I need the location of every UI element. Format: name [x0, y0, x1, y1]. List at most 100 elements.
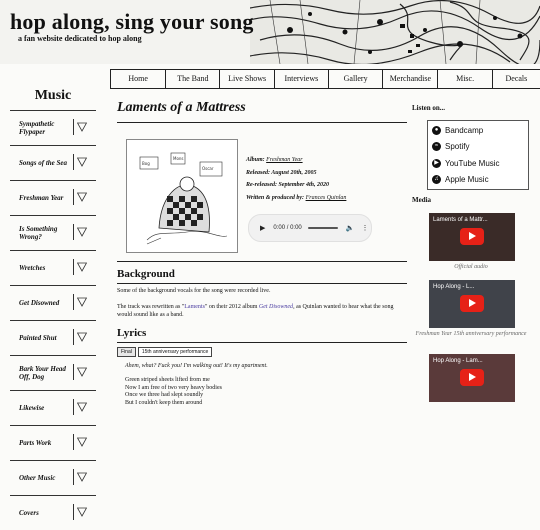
sidebar-item-label: Bark Your Head Off, Dog — [19, 365, 66, 381]
sidebar-item[interactable]: Is Something Wrong? — [10, 215, 96, 250]
album-artwork: Bog Mons Oscar — [126, 139, 238, 253]
background-paragraph-1: Some of the background vocals for the so… — [117, 288, 271, 294]
expand-triangle-icon[interactable] — [73, 504, 90, 520]
nav-misc[interactable]: Misc. — [437, 70, 491, 88]
album-link[interactable]: Freshman Year — [266, 157, 302, 163]
sidebar-title: Music — [34, 88, 72, 103]
video-title: Hop Along - L... — [433, 284, 475, 290]
spotify-icon: ≈ — [432, 141, 441, 151]
tab-15th-anniversary[interactable]: 15th anniversary performance — [137, 347, 213, 357]
expand-triangle-icon[interactable] — [73, 364, 90, 380]
sidebar-item[interactable]: Covers — [10, 495, 96, 530]
expand-triangle-icon[interactable] — [73, 119, 90, 135]
site-title[interactable]: hop along, sing your song — [10, 9, 254, 35]
lyric-line: But I couldn't keep them around — [125, 399, 203, 406]
nav-the-band[interactable]: The Band — [165, 70, 219, 88]
lyric-line: Now I am free of two very heavy bodies — [125, 384, 222, 391]
get-disowned-link[interactable]: Get Disowned — [259, 304, 293, 310]
site-subtitle: a fan website dedicated to hop along — [18, 34, 142, 43]
sidebar-item[interactable]: Sympathetic Flypaper — [10, 110, 96, 145]
sidebar-item[interactable]: Get Disowned — [10, 285, 96, 320]
nav-live-shows[interactable]: Live Shows — [219, 70, 273, 88]
sidebar-item[interactable]: Other Music — [10, 460, 96, 495]
svg-text:Mons: Mons — [173, 156, 184, 161]
sidebar-item-label: Songs of the Sea — [19, 159, 68, 167]
youtube-play-icon[interactable] — [460, 295, 484, 312]
nav-gallery[interactable]: Gallery — [327, 70, 382, 88]
audio-progress-slider[interactable] — [307, 227, 338, 229]
audio-time: 0:00 / 0:00 — [273, 225, 302, 231]
expand-triangle-icon[interactable] — [73, 329, 90, 345]
sidebar-item[interactable]: Songs of the Sea — [10, 145, 96, 180]
youtube-play-icon[interactable] — [460, 228, 484, 245]
apple-music-icon: ♫ — [432, 174, 441, 184]
page-title: Laments of a Mattress — [117, 100, 246, 115]
sidebar-item-label: Wretches — [19, 264, 46, 272]
lyrics-body: Green striped sheets lifted from me Now … — [125, 377, 222, 407]
more-options-icon[interactable]: ⋮ — [361, 224, 368, 232]
nav-decals[interactable]: Decals — [491, 70, 540, 88]
video-title: Laments of a Mattr... — [433, 217, 488, 223]
sidebar-item-label: Painted Shut — [19, 334, 57, 342]
youtube-play-icon[interactable] — [460, 369, 484, 386]
lyrics-heading-rule — [117, 342, 407, 343]
sidebar-item-label: Get Disowned — [19, 299, 60, 307]
video-embed-1[interactable]: Laments of a Mattr... — [429, 213, 515, 261]
laments-link[interactable]: Laments — [184, 304, 205, 310]
apple-music-link[interactable]: ♫ Apple Music — [432, 172, 489, 186]
sidebar-list: Sympathetic Flypaper Songs of the Sea Fres… — [10, 110, 96, 530]
video-caption: Freshman Year 15th anniversary performan… — [415, 331, 527, 337]
background-divider — [117, 261, 407, 262]
sidebar-item-label: Is Something Wrong? — [19, 225, 58, 241]
header-illustration — [250, 0, 540, 64]
sidebar-item-label: Parts Work — [19, 439, 52, 447]
site-header: hop along, sing your song a fan website … — [0, 0, 540, 64]
streaming-links: ● Bandcamp ≈ Spotify ▶ YouTube Music ♫ A… — [427, 120, 529, 190]
audio-player: ▶ 0:00 / 0:00 🔈 ⋮ — [248, 214, 372, 242]
video-title: Hop Along - Lam... — [433, 358, 483, 364]
volume-icon[interactable]: 🔈 — [346, 224, 355, 232]
writer-link[interactable]: Frances Quinlan — [306, 195, 347, 201]
video-embed-2[interactable]: Hop Along - L... — [429, 280, 515, 328]
video-embed-3[interactable]: Hop Along - Lam... — [429, 354, 515, 402]
nav-home[interactable]: Home — [110, 70, 165, 88]
meta-writer: Written & produced by: Frances Quinlan — [246, 194, 347, 201]
lyric-version-tabs: Final 15th anniversary performance — [117, 347, 213, 357]
expand-triangle-icon[interactable] — [73, 399, 90, 415]
play-icon[interactable]: ▶ — [260, 224, 265, 232]
media-heading: Media — [412, 196, 432, 204]
lyric-line: Green striped sheets lifted from me — [125, 377, 210, 383]
title-divider — [117, 122, 407, 123]
background-heading: Background — [117, 268, 175, 280]
background-heading-rule — [117, 283, 407, 284]
expand-triangle-icon[interactable] — [73, 154, 90, 170]
meta-album: Album: Freshman Year — [246, 157, 303, 163]
bandcamp-icon: ● — [432, 125, 441, 135]
main-content: Laments of a Mattress Bog Mons Oscar Album… — [117, 100, 407, 406]
lyric-line: Once we three had slept soundly — [125, 392, 204, 398]
sidebar-item[interactable]: Freshman Year — [10, 180, 96, 215]
expand-triangle-icon[interactable] — [73, 259, 90, 275]
listen-heading: Listen on... — [412, 104, 446, 112]
svg-text:Bog: Bog — [142, 161, 150, 166]
tab-final[interactable]: Final — [117, 347, 136, 357]
bandcamp-link[interactable]: ● Bandcamp — [432, 123, 483, 137]
expand-triangle-icon[interactable] — [73, 224, 90, 240]
meta-rereleased: Re-released: September 4th, 2020 — [246, 182, 329, 188]
sidebar-item-label: Likewise — [19, 404, 45, 412]
sidebar-item[interactable]: Likewise — [10, 390, 96, 425]
expand-triangle-icon[interactable] — [73, 469, 90, 485]
album-meta: Album: Freshman Year Released: August 20… — [246, 154, 346, 204]
expand-triangle-icon[interactable] — [73, 294, 90, 310]
sidebar-item[interactable]: Painted Shut — [10, 320, 96, 355]
sidebar-item[interactable]: Wretches — [10, 250, 96, 285]
meta-released: Released: August 20th, 2005 — [246, 169, 317, 176]
expand-triangle-icon[interactable] — [73, 434, 90, 450]
youtube-music-link[interactable]: ▶ YouTube Music — [432, 156, 500, 170]
expand-triangle-icon[interactable] — [73, 189, 90, 205]
spotify-link[interactable]: ≈ Spotify — [432, 139, 469, 153]
sidebar-item[interactable]: Bark Your Head Off, Dog — [10, 355, 96, 390]
sidebar-item[interactable]: Parts Work — [10, 425, 96, 460]
nav-merchandise[interactable]: Merchandise — [382, 70, 437, 88]
nav-interviews[interactable]: Interviews — [273, 70, 328, 88]
